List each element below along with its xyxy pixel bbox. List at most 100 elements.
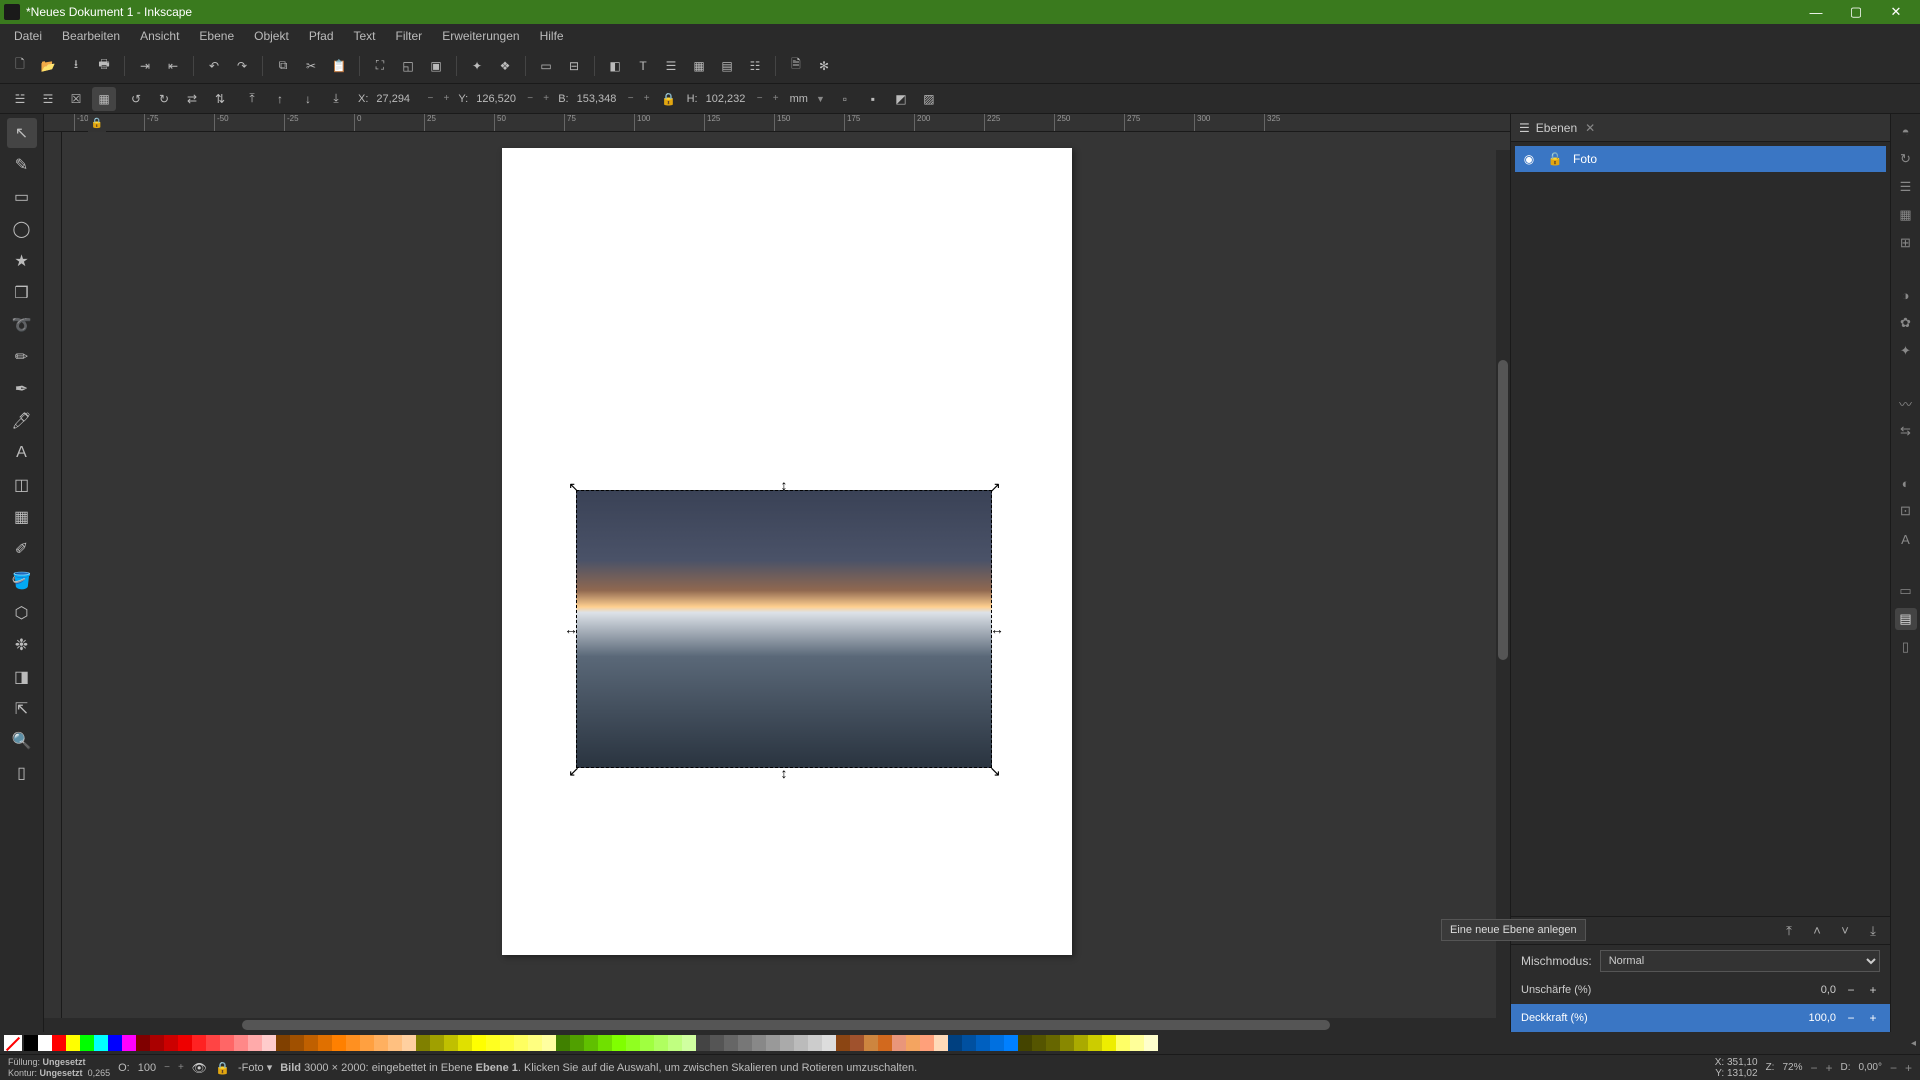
status-layer-combo[interactable]: -Foto ▾ [238,1061,272,1074]
fill-stroke-icon[interactable]: ◧ [603,54,627,78]
menu-datei[interactable]: Datei [4,24,52,48]
dock-doc-icon[interactable]: ▯ [1895,636,1917,658]
color-swatch[interactable] [962,1035,976,1051]
y-dec[interactable]: − [524,93,536,104]
blur-inc[interactable]: + [1866,983,1880,997]
redo-icon[interactable]: ↷ [230,54,254,78]
handle-ne[interactable]: ↗ [990,482,1000,492]
color-swatch[interactable] [696,1035,710,1051]
color-swatch[interactable] [878,1035,892,1051]
rot-value[interactable]: 0,00° [1859,1062,1882,1073]
color-swatch[interactable] [766,1035,780,1051]
zoom-tool-icon[interactable]: 🔍 [7,726,37,756]
paintbucket-tool-icon[interactable]: 🪣 [7,566,37,596]
rotate-cw-icon[interactable]: ↻ [152,87,176,111]
objects-icon[interactable]: ☷ [743,54,767,78]
blend-mode-select[interactable]: Normal [1600,950,1880,972]
color-swatch[interactable] [850,1035,864,1051]
new-icon[interactable]: 🗋 [8,54,32,78]
color-swatch[interactable] [304,1035,318,1051]
ruler-vertical[interactable] [44,132,62,1018]
no-color-swatch[interactable] [4,1035,22,1051]
color-swatch[interactable] [374,1035,388,1051]
color-swatch[interactable] [458,1035,472,1051]
blur-value[interactable]: 0,0 [1800,984,1836,996]
ellipse-tool-icon[interactable]: ◯ [7,214,37,244]
color-swatch[interactable] [1116,1035,1130,1051]
lower-icon[interactable]: ↓ [296,87,320,111]
gradient-tool-icon[interactable]: ◫ [7,470,37,500]
raise-icon[interactable]: ↑ [268,87,292,111]
spray-tool-icon[interactable]: ❉ [7,630,37,660]
text-icon[interactable]: T [631,54,655,78]
mesh-tool-icon[interactable]: ▦ [7,502,37,532]
color-swatch[interactable] [1144,1035,1158,1051]
color-swatch[interactable] [640,1035,654,1051]
status-eye-icon[interactable]: 👁 [192,1061,207,1075]
color-swatch[interactable] [682,1035,696,1051]
color-swatch[interactable] [402,1035,416,1051]
color-swatch[interactable] [514,1035,528,1051]
affect-pattern-icon[interactable]: ▨ [917,87,941,111]
dock-text-icon[interactable]: A [1895,528,1917,550]
color-swatch[interactable] [486,1035,500,1051]
color-swatch[interactable] [822,1035,836,1051]
color-swatch[interactable] [612,1035,626,1051]
color-swatch[interactable] [710,1035,724,1051]
color-swatch[interactable] [556,1035,570,1051]
menu-bearbeiten[interactable]: Bearbeiten [52,24,130,48]
zoom-inc[interactable]: + [1825,1061,1832,1075]
color-swatch[interactable] [528,1035,542,1051]
dock-arrange-icon[interactable]: 〰 [1895,392,1917,414]
x-dec[interactable]: − [424,93,436,104]
affect-stroke-icon[interactable]: ▫ [833,87,857,111]
ungroup-icon[interactable]: ⊟ [562,54,586,78]
status-opacity-value[interactable]: 100 [138,1062,156,1074]
color-swatch[interactable] [668,1035,682,1051]
rect-tool-icon[interactable]: ▭ [7,182,37,212]
color-swatch[interactable] [318,1035,332,1051]
color-swatch[interactable] [1088,1035,1102,1051]
color-swatch[interactable] [724,1035,738,1051]
h-inc[interactable]: + [770,93,782,104]
dock-align-icon[interactable]: ☰ [1895,176,1917,198]
color-swatch[interactable] [1060,1035,1074,1051]
open-icon[interactable]: 📂 [36,54,60,78]
text-tool-icon[interactable]: A [7,438,37,468]
color-swatch[interactable] [220,1035,234,1051]
layer-row[interactable]: ◉ 🔓 Foto [1515,146,1886,172]
color-swatch[interactable] [66,1035,80,1051]
lock-ratio-icon[interactable]: 🔒 [657,87,681,111]
color-swatch[interactable] [444,1035,458,1051]
handle-nw[interactable]: ↖ [569,482,579,492]
color-swatch[interactable] [654,1035,668,1051]
affect-gradient-icon[interactable]: ◩ [889,87,913,111]
canvas[interactable]: ↖ ↕ ↗ ↔ ↔ ↙ ↕ ↘ [62,132,1510,1018]
color-swatch[interactable] [934,1035,948,1051]
duplicate-icon[interactable]: ✦ [465,54,489,78]
color-swatch[interactable] [1004,1035,1018,1051]
save-icon[interactable]: ⭳ [64,54,88,78]
color-swatch[interactable] [1074,1035,1088,1051]
dock-dist-icon[interactable]: ⊞ [1895,232,1917,254]
handle-e[interactable]: ↔ [992,624,1002,634]
align-icon[interactable]: ☰ [659,54,683,78]
zoom-value[interactable]: 72% [1782,1062,1802,1073]
select-all-layers-icon[interactable]: ☱ [8,87,32,111]
opacity-dec[interactable]: − [1844,1011,1858,1025]
zoom-drawing-icon[interactable]: ◱ [396,54,420,78]
minimize-button[interactable]: — [1796,0,1836,24]
star-tool-icon[interactable]: ★ [7,246,37,276]
scrollbar-horizontal[interactable] [62,1018,1510,1032]
opacity-inc[interactable]: + [1866,1011,1880,1025]
dock-obj-icon[interactable]: ↻ [1895,148,1917,170]
fill-value[interactable]: Ungesetzt [43,1057,86,1067]
layers-panel-tab[interactable]: ☰ Ebenen ✕ [1511,114,1890,142]
export-icon[interactable]: ⇤ [161,54,185,78]
color-swatch[interactable] [94,1035,108,1051]
selector-tool-icon[interactable]: ↖ [7,118,37,148]
3dbox-tool-icon[interactable]: ❒ [7,278,37,308]
y-value[interactable]: 126,520 [474,93,520,105]
dock-transform-icon[interactable]: ▦ [1895,204,1917,226]
stroke-width[interactable]: 0,265 [88,1068,111,1078]
